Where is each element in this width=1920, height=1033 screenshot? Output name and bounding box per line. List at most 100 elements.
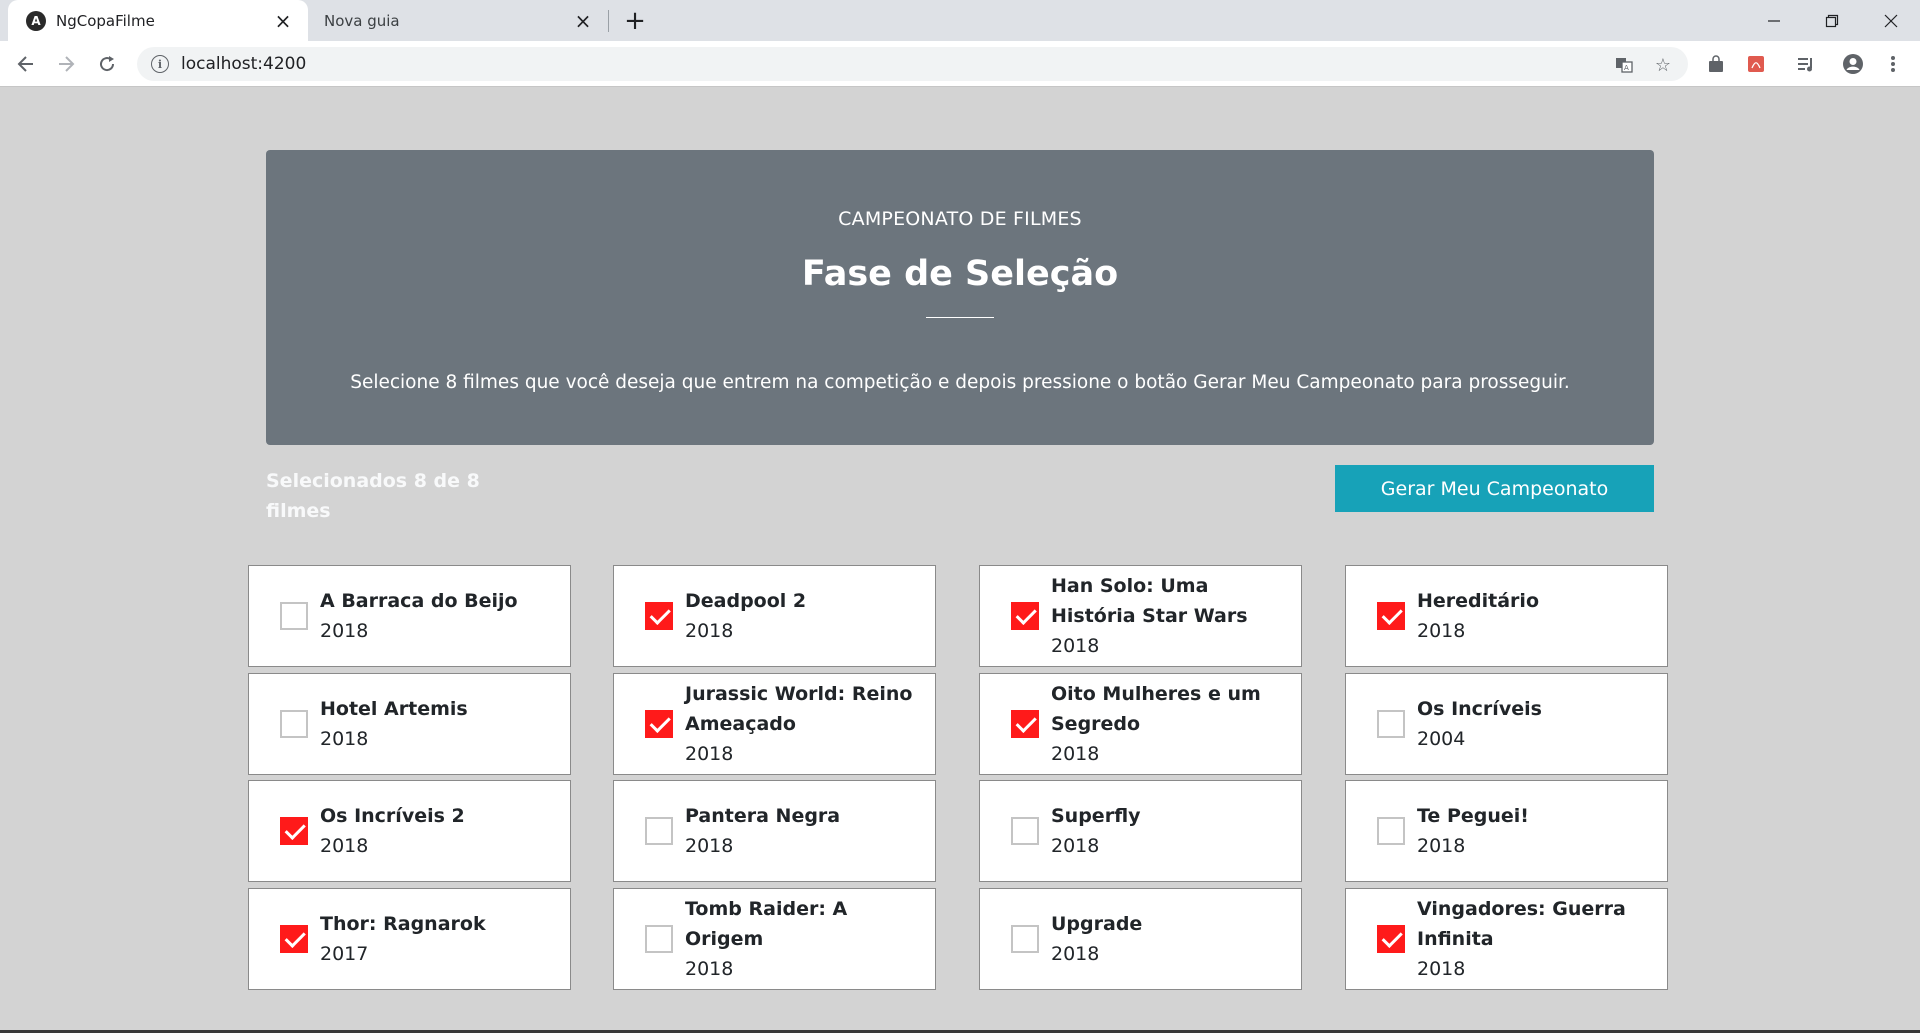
close-icon[interactable]: × [272,9,294,33]
movie-card[interactable]: Han Solo: Uma História Star Wars 2018 [979,565,1302,667]
reload-button[interactable] [91,48,123,80]
info-icon[interactable]: i [151,55,169,73]
movie-year: 2018 [1417,620,1466,642]
movie-checkbox[interactable] [1377,710,1405,738]
movie-year: 2018 [320,728,369,750]
movie-info: Tomb Raider: A Origem 2018 [685,894,925,984]
new-tab-button[interactable]: + [620,6,650,36]
movie-info: Han Solo: Uma História Star Wars 2018 [1051,571,1291,661]
movie-info: Te Peguei! 2018 [1417,801,1657,861]
movie-card[interactable]: Hereditário 2018 [1345,565,1668,667]
selection-counter: Selecionados 8 de 8 filmes [266,470,480,522]
tab-ngcopafilme[interactable]: A NgCopaFilme × [8,0,308,41]
translate-icon[interactable]: A [1614,55,1634,75]
movie-title: Os Incríveis [1417,698,1542,720]
restore-button[interactable] [1803,0,1861,41]
hero-description: Selecione 8 filmes que você deseja que e… [350,372,1570,393]
movie-info: Pantera Negra 2018 [685,801,925,861]
extension-bag-icon[interactable] [1705,53,1727,75]
browser-tabstrip: A NgCopaFilme × Nova guia × + [0,0,1920,41]
movie-title: Pantera Negra [685,805,841,827]
movie-info: Hotel Artemis 2018 [320,694,560,754]
movie-info: Thor: Ragnarok 2017 [320,909,560,969]
movie-title: Te Peguei! [1417,805,1529,827]
movie-checkbox[interactable] [1377,817,1405,845]
movie-card[interactable]: Thor: Ragnarok 2017 [248,888,571,990]
profile-avatar-icon[interactable] [1842,53,1864,75]
movie-card[interactable]: Hotel Artemis 2018 [248,673,571,775]
movie-card[interactable]: Vingadores: Guerra Infinita 2018 [1345,888,1668,990]
movie-card[interactable]: Superfly 2018 [979,780,1302,882]
movie-checkbox[interactable] [280,817,308,845]
movie-info: Os Incríveis 2 2018 [320,801,560,861]
tab-separator [608,10,609,32]
movie-year: 2017 [320,943,369,965]
hero-divider [926,317,994,318]
back-button[interactable] [10,48,42,80]
movie-year: 2018 [1417,958,1466,980]
movie-info: Jurassic World: Reino Ameaçado 2018 [685,679,925,769]
arrow-left-icon [17,56,33,72]
media-queue-icon[interactable] [1795,53,1817,75]
movie-checkbox[interactable] [645,925,673,953]
tab-nova-guia[interactable]: Nova guia × [316,0,608,41]
movie-info: Oito Mulheres e um Segredo 2018 [1051,679,1291,769]
movie-year: 2018 [1051,635,1100,657]
movie-card[interactable]: Os Incríveis 2004 [1345,673,1668,775]
movie-checkbox[interactable] [1011,710,1039,738]
tab-title: NgCopaFilme [56,11,155,30]
tab-title: Nova guia [324,11,400,30]
star-icon[interactable]: ☆ [1653,55,1673,76]
movie-checkbox[interactable] [280,710,308,738]
movie-info: Upgrade 2018 [1051,909,1291,969]
movie-card[interactable]: A Barraca do Beijo 2018 [248,565,571,667]
movie-year: 2018 [685,958,734,980]
movie-card[interactable]: Oito Mulheres e um Segredo 2018 [979,673,1302,775]
movie-title: Han Solo: Uma História Star Wars [1051,575,1248,627]
movie-card[interactable]: Upgrade 2018 [979,888,1302,990]
url-text[interactable]: localhost:4200 [181,54,306,74]
movie-checkbox[interactable] [645,710,673,738]
generate-championship-button[interactable]: Gerar Meu Campeonato [1335,465,1654,512]
forward-button[interactable] [50,48,82,80]
address-bar[interactable]: i localhost:4200 A ☆ [137,47,1688,81]
movie-card[interactable]: Te Peguei! 2018 [1345,780,1668,882]
movie-checkbox[interactable] [1377,925,1405,953]
movie-info: Hereditário 2018 [1417,586,1657,646]
movie-title: Superfly [1051,805,1141,827]
close-icon[interactable]: × [572,9,594,33]
movie-year: 2018 [685,743,734,765]
restore-icon [1825,14,1839,27]
movie-checkbox[interactable] [1011,925,1039,953]
movie-year: 2018 [685,835,734,857]
movie-card[interactable]: Os Incríveis 2 2018 [248,780,571,882]
movie-info: Superfly 2018 [1051,801,1291,861]
movie-checkbox[interactable] [1377,602,1405,630]
movie-card[interactable]: Jurassic World: Reino Ameaçado 2018 [613,673,936,775]
movie-title: Tomb Raider: A Origem [685,898,848,950]
movie-card[interactable]: Tomb Raider: A Origem 2018 [613,888,936,990]
movie-year: 2018 [1051,743,1100,765]
minimize-button[interactable] [1745,0,1803,41]
movie-checkbox[interactable] [645,817,673,845]
movie-year: 2018 [1051,835,1100,857]
movie-checkbox[interactable] [1011,817,1039,845]
movie-year: 2018 [685,620,734,642]
movie-title: Os Incríveis 2 [320,805,465,827]
menu-kebab-icon[interactable] [1882,53,1904,75]
movie-title: Vingadores: Guerra Infinita [1417,898,1626,950]
window-close-button[interactable] [1862,0,1920,41]
movie-checkbox[interactable] [280,925,308,953]
movie-checkbox[interactable] [1011,602,1039,630]
movie-year: 2018 [320,835,369,857]
hero-eyebrow: CAMPEONATO DE FILMES [838,208,1082,230]
movie-checkbox[interactable] [645,602,673,630]
svg-text:A: A [1624,64,1629,72]
movie-year: 2018 [1417,835,1466,857]
pdf-extension-icon[interactable] [1745,53,1767,75]
movie-card[interactable]: Deadpool 2 2018 [613,565,936,667]
movie-card[interactable]: Pantera Negra 2018 [613,780,936,882]
angular-icon: A [26,10,46,31]
movie-title: Hotel Artemis [320,698,468,720]
movie-checkbox[interactable] [280,602,308,630]
